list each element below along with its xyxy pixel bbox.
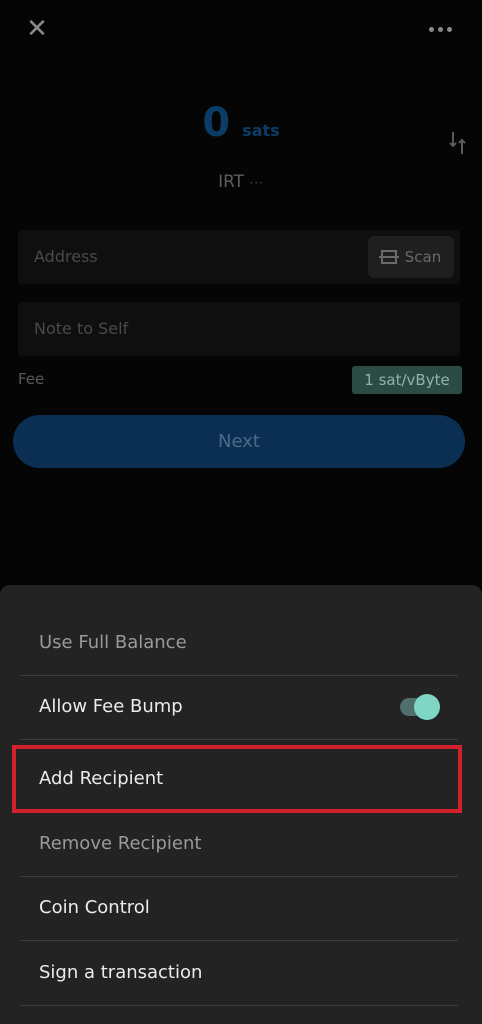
menu-item-label: Sign a transaction bbox=[39, 962, 203, 983]
dot bbox=[437, 26, 443, 32]
dot bbox=[446, 26, 452, 32]
menu-item-remove-recipient[interactable]: Remove Recipient bbox=[20, 813, 458, 877]
fee-bump-toggle[interactable] bbox=[400, 694, 440, 720]
note-input[interactable] bbox=[34, 302, 434, 356]
menu-item-label: Allow Fee Bump bbox=[39, 696, 183, 717]
fee-rate-button[interactable]: 1 sat/vByte bbox=[352, 366, 462, 394]
swap-units-icon[interactable] bbox=[448, 130, 470, 156]
highlight-box bbox=[12, 745, 462, 813]
menu-item-sign-transaction[interactable]: Sign a transaction bbox=[20, 942, 458, 1006]
next-button[interactable]: Next bbox=[13, 415, 465, 468]
menu-item-label: Remove Recipient bbox=[39, 833, 202, 854]
address-input[interactable] bbox=[34, 230, 364, 284]
menu-item-label: Use Full Balance bbox=[39, 632, 187, 653]
scan-label: Scan bbox=[404, 248, 442, 266]
menu-item-use-full-balance[interactable]: Use Full Balance bbox=[20, 612, 458, 676]
scan-button[interactable]: Scan bbox=[368, 236, 454, 278]
note-field bbox=[18, 302, 460, 356]
scan-icon bbox=[378, 250, 399, 264]
currency-code: IRT bbox=[218, 172, 245, 192]
fee-label: Fee bbox=[18, 370, 45, 388]
currency-label: IRT ··· bbox=[0, 172, 482, 192]
amount-value: 0 bbox=[202, 100, 231, 146]
address-field: Scan bbox=[18, 230, 460, 284]
toggle-knob bbox=[414, 694, 440, 720]
amount-display[interactable]: 0 sats bbox=[0, 100, 482, 146]
close-icon[interactable]: ✕ bbox=[22, 14, 52, 44]
more-options-icon[interactable] bbox=[422, 14, 458, 44]
menu-item-label: Coin Control bbox=[39, 897, 150, 918]
dot bbox=[428, 26, 434, 32]
menu-item-coin-control[interactable]: Coin Control bbox=[20, 877, 458, 941]
currency-suffix: ··· bbox=[249, 176, 264, 190]
amount-unit: sats bbox=[242, 121, 280, 140]
menu-item-allow-fee-bump[interactable]: Allow Fee Bump bbox=[20, 676, 458, 740]
